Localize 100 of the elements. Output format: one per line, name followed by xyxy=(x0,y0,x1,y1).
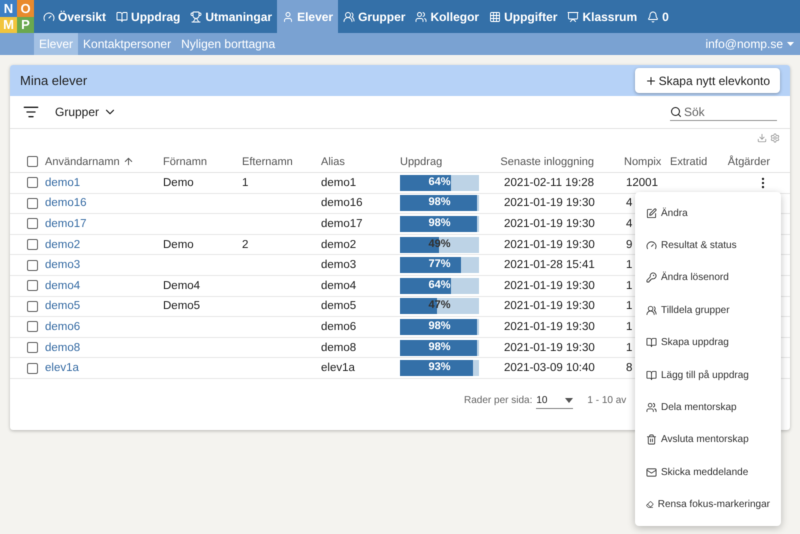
username-link[interactable]: demo3 xyxy=(45,259,80,272)
username-link[interactable]: demo4 xyxy=(45,280,80,292)
edit-icon xyxy=(646,208,657,219)
menu-item[interactable]: Skicka meddelande xyxy=(635,456,781,489)
nav-item[interactable]: Uppgifter xyxy=(484,0,562,33)
table-cell: 1 xyxy=(626,280,632,292)
rows-per-page-select[interactable]: 10 xyxy=(536,392,574,409)
nav-item[interactable]: Översikt xyxy=(38,0,112,33)
table-cell: 1 xyxy=(626,259,632,272)
settings-icon[interactable] xyxy=(770,133,780,143)
menu-item[interactable]: Rensa fokus-markeringar xyxy=(635,488,781,521)
column-header[interactable]: Extratid xyxy=(660,156,720,168)
menu-item[interactable]: Ändra xyxy=(635,197,781,230)
table-cell: demo1 xyxy=(321,176,356,189)
table-cell: Demo xyxy=(163,176,194,189)
key-icon xyxy=(646,272,657,284)
column-header[interactable]: Användarnamn xyxy=(45,156,163,168)
table-cell: 2021-01-19 19:30 xyxy=(504,238,594,251)
table-cell: 2021-01-19 19:30 xyxy=(504,218,594,230)
column-header[interactable]: Alias xyxy=(321,156,400,168)
menu-item[interactable]: Ändra lösenord xyxy=(635,262,781,294)
table-cell: 2021-01-28 15:41 xyxy=(504,259,594,272)
column-header[interactable]: Nompix xyxy=(594,156,660,168)
username-link[interactable]: elev1a xyxy=(45,362,79,374)
bell-icon xyxy=(647,10,660,22)
menu-item[interactable]: Skapa uppdrag xyxy=(635,326,781,359)
nav-item[interactable]: Grupper xyxy=(338,0,410,33)
nav-item[interactable]: Klassrum xyxy=(562,0,642,33)
select-all-checkbox[interactable] xyxy=(27,156,38,167)
table-cell: demo5 xyxy=(321,300,356,312)
book-icon xyxy=(646,370,657,381)
search-field[interactable]: Sök xyxy=(670,103,777,121)
menu-item[interactable]: Dela mentorskap xyxy=(635,391,781,424)
nav-item[interactable]: Kollegor xyxy=(410,0,484,33)
logo: N O M P xyxy=(0,0,34,33)
username-link[interactable]: demo8 xyxy=(45,342,80,354)
row-checkbox[interactable] xyxy=(27,362,38,374)
row-checkbox[interactable] xyxy=(27,198,38,209)
progress-label: 64% xyxy=(427,176,452,188)
table-cell: 12001 xyxy=(626,176,658,189)
table-cell: demo17 xyxy=(321,218,363,230)
download-icon[interactable] xyxy=(757,133,767,143)
book-icon xyxy=(116,10,128,22)
row-checkbox[interactable] xyxy=(27,260,38,271)
users-icon xyxy=(646,402,657,414)
progress-label: 98% xyxy=(427,340,452,353)
group-icon xyxy=(343,10,356,22)
create-button[interactable]: Skapa nytt elevkonto xyxy=(634,68,780,93)
menu-item[interactable]: Avsluta mentorskap xyxy=(635,424,781,456)
groups-dropdown[interactable]: Grupper xyxy=(55,105,118,119)
column-header[interactable]: Förnamn xyxy=(163,156,242,168)
progress-label: 98% xyxy=(427,320,452,332)
book-icon xyxy=(646,337,657,348)
mail-icon xyxy=(646,466,657,478)
group-icon xyxy=(646,304,657,316)
column-header[interactable]: Efternamn xyxy=(242,156,321,168)
row-checkbox[interactable] xyxy=(27,342,38,354)
username-link[interactable]: demo5 xyxy=(45,300,80,312)
table-cell: elev1a xyxy=(321,362,355,374)
username-link[interactable]: demo6 xyxy=(45,320,80,333)
users-icon xyxy=(415,10,428,22)
table-cell: 2 xyxy=(242,238,248,251)
progress-label: 98% xyxy=(427,196,452,208)
row-checkbox[interactable] xyxy=(27,177,38,188)
username-link[interactable]: demo1 xyxy=(45,176,80,189)
table-cell: 1 xyxy=(626,342,632,354)
trash-icon xyxy=(646,434,657,446)
caret-icon xyxy=(787,42,794,46)
row-checkbox[interactable] xyxy=(27,280,38,292)
menu-item[interactable]: Resultat & status xyxy=(635,229,781,262)
row-checkbox[interactable] xyxy=(27,321,38,332)
username-link[interactable]: demo2 xyxy=(45,238,80,251)
nav-item[interactable]: Utmaningar xyxy=(185,0,278,33)
username-link[interactable]: demo16 xyxy=(45,197,87,210)
pagination-range: 1 - 10 av xyxy=(587,395,626,406)
table-cell: 1 xyxy=(242,176,248,189)
menu-item[interactable]: Tilldela grupper xyxy=(635,294,781,327)
table-cell: 4 xyxy=(626,197,632,210)
column-header[interactable]: Åtgärder xyxy=(720,156,770,168)
progress-label: 93% xyxy=(427,361,452,374)
nav-item[interactable]: 0 xyxy=(642,0,674,33)
table-cell: 2021-01-19 19:30 xyxy=(504,280,594,292)
dropdown-caret-icon xyxy=(565,398,574,403)
row-checkbox[interactable] xyxy=(27,300,38,312)
table-cell: 1 xyxy=(626,300,632,312)
menu-item[interactable]: Lägg till på uppdrag xyxy=(635,358,781,392)
table-cell: Demo5 xyxy=(163,300,200,312)
table-cell: 2021-01-19 19:30 xyxy=(504,300,594,312)
table-cell: 4 xyxy=(626,218,632,230)
table-cell: Demo4 xyxy=(163,280,200,292)
row-checkbox[interactable] xyxy=(27,218,38,230)
gauge-icon xyxy=(43,10,55,22)
table-cell: demo3 xyxy=(321,259,356,272)
table-cell: 1 xyxy=(626,320,632,333)
progress-label: 98% xyxy=(427,216,452,229)
username-link[interactable]: demo17 xyxy=(45,218,87,230)
nav-item[interactable]: Uppdrag xyxy=(111,0,186,33)
row-checkbox[interactable] xyxy=(27,239,38,250)
table-cell: demo2 xyxy=(321,238,356,251)
filter-icon[interactable] xyxy=(23,104,39,120)
